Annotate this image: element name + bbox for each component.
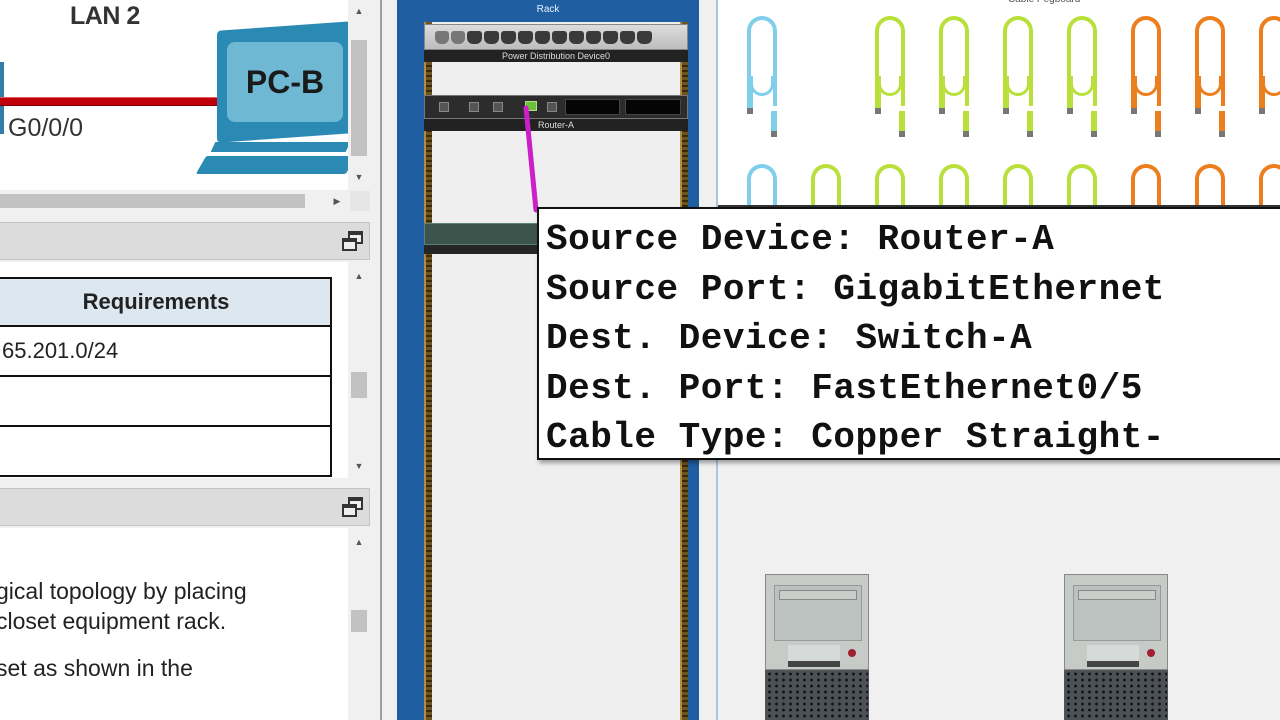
device-label: Power Distribution Device0	[424, 50, 688, 62]
scrollbar-thumb[interactable]	[351, 40, 367, 156]
rack-title: Rack	[536, 4, 560, 15]
topology-horizontal-scrollbar[interactable]: ▶	[0, 191, 348, 211]
addressing-table-area: Requirements 65.201.0/24	[0, 262, 348, 478]
tooltip-source-device: Source Device: Router-A	[546, 219, 1055, 260]
pc-label: PC-B	[227, 42, 343, 122]
restore-window-icon[interactable]	[342, 231, 364, 253]
pc-tower-icon[interactable]	[1064, 574, 1168, 720]
table-cell	[0, 425, 332, 477]
instruction-line: set as shown in the	[0, 655, 193, 681]
scroll-right-icon[interactable]: ▶	[328, 191, 346, 211]
topology-diagram: LAN 2 G0/0/0 PC-B	[0, 0, 348, 190]
instructions-vertical-scrollbar[interactable]: ▲	[348, 528, 370, 720]
table-cell: 65.201.0/24	[0, 325, 332, 377]
pegboard-title: Cable Pegboard	[1008, 0, 1080, 5]
packet-tracer-workspace: LAN 2 G0/0/0 PC-B ▲ ▼ ▶ Requirements 65.…	[0, 0, 1280, 720]
table-row	[0, 425, 332, 477]
cable-info-tooltip: Source Device: Router-A Source Port: Gig…	[537, 207, 1280, 460]
instructions-text-area: gical topology by placing closet equipme…	[0, 528, 348, 720]
scroll-down-icon[interactable]: ▼	[348, 457, 370, 475]
interface-label: G0/0/0	[8, 114, 84, 142]
instructions-panel-header	[0, 488, 370, 526]
pc-tower-icon[interactable]	[765, 574, 869, 720]
tooltip-source-port: Source Port: GigabitEthernet	[546, 268, 1165, 310]
topology-vertical-scrollbar[interactable]: ▲ ▼	[348, 0, 370, 188]
tooltip-dest-device: Dest. Device: Switch-A	[546, 318, 1033, 359]
pc-b-icon: PC-B	[195, 21, 348, 178]
left-panel: LAN 2 G0/0/0 PC-B ▲ ▼ ▶ Requirements 65.…	[0, 0, 382, 720]
instruction-line: gical topology by placing	[0, 578, 247, 604]
tooltip-cable-type: Cable Type: Copper Straight-	[546, 417, 1165, 458]
table-row	[0, 375, 332, 427]
scroll-up-icon[interactable]: ▲	[348, 267, 370, 285]
scroll-up-icon[interactable]: ▲	[348, 533, 370, 551]
addressing-table: Requirements 65.201.0/24	[0, 277, 332, 477]
column-header-requirements: Requirements	[0, 277, 332, 327]
switch-a-device[interactable]	[424, 223, 554, 255]
ethernet-link	[0, 97, 222, 106]
lan-label: LAN 2	[70, 2, 140, 30]
cable-pegboard: Cable Pegboard	[718, 0, 1280, 207]
addressing-panel-header	[0, 222, 370, 260]
table-cell	[0, 375, 332, 427]
scrollbar-thumb[interactable]	[0, 194, 305, 208]
instruction-line: closet equipment rack.	[0, 608, 227, 634]
scroll-up-icon[interactable]: ▲	[348, 2, 370, 20]
table-row: 65.201.0/24	[0, 325, 332, 377]
gigabitethernet-port[interactable]	[525, 101, 537, 111]
restore-window-icon[interactable]	[342, 497, 364, 519]
scroll-down-icon[interactable]: ▼	[348, 168, 370, 186]
scrollbar-corner	[350, 191, 370, 211]
device-label: Router-A	[424, 119, 688, 131]
tooltip-dest-port: Dest. Port: FastEthernet0/5	[546, 367, 1143, 409]
router-a-device[interactable]: Router-A	[424, 95, 688, 131]
scrollbar-thumb[interactable]	[351, 610, 367, 632]
table-header-row: Requirements	[0, 277, 332, 327]
table-vertical-scrollbar[interactable]: ▲ ▼	[348, 262, 370, 478]
power-distribution-device[interactable]: Power Distribution Device0	[424, 24, 688, 62]
scrollbar-thumb[interactable]	[351, 372, 367, 398]
